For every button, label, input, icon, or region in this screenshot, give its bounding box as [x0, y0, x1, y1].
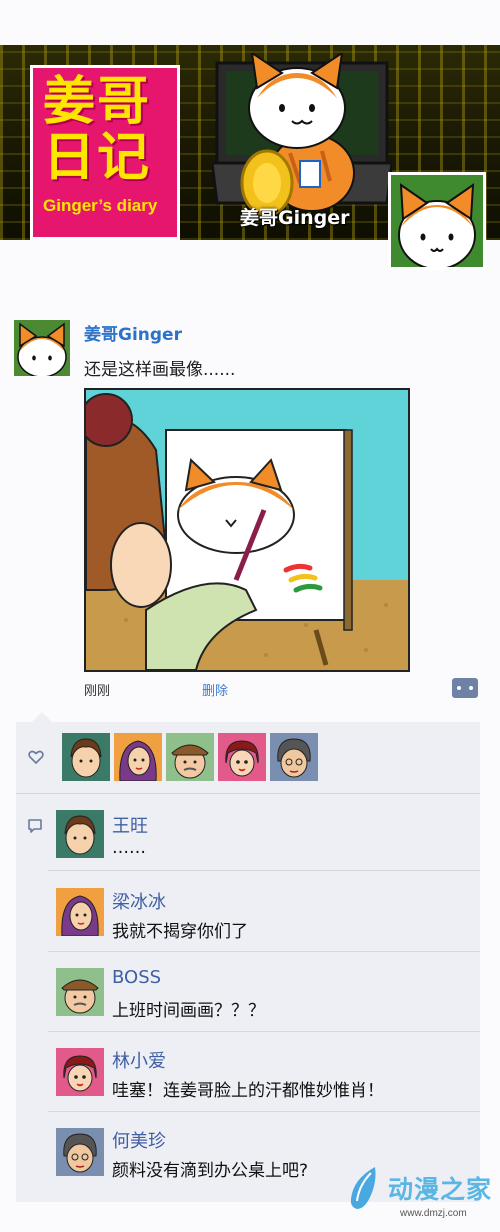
avatar-hemeizhen: [56, 1128, 104, 1176]
watermark-url: www.dmzj.com: [400, 1208, 467, 1219]
comment-divider: [48, 1111, 480, 1112]
title-line-1: 姜哥: [43, 72, 152, 132]
commenter-name[interactable]: 梁冰冰: [112, 888, 166, 914]
post-timestamp: 刚刚: [84, 684, 111, 699]
commenter-avatar[interactable]: [56, 888, 104, 936]
post-author-avatar[interactable]: [14, 320, 70, 376]
commenter-name[interactable]: 王旺: [112, 812, 148, 838]
likes-divider: [16, 793, 480, 794]
post-image[interactable]: [84, 388, 410, 672]
dmzj-logo-icon: [350, 1167, 376, 1209]
comment-divider: [48, 870, 480, 871]
avatar-wangwang: [62, 733, 110, 781]
like-avatar[interactable]: [166, 733, 214, 781]
comment-text: 哇塞！连姜哥脸上的汗都惟妙惟肖！: [112, 1081, 384, 1101]
post-text: 还是这样画最像......: [84, 360, 236, 380]
avatar-liangbingbing: [114, 733, 162, 781]
like-avatar[interactable]: [270, 733, 318, 781]
comment-text: 我就不揭穿你们了: [112, 922, 248, 942]
banner-username: 姜哥Ginger: [240, 207, 350, 229]
avatar-boss: [166, 733, 214, 781]
avatar-wangwang: [56, 810, 104, 858]
heart-icon: [28, 750, 44, 765]
avatar-linxiaoai: [56, 1048, 104, 1096]
comment-divider: [48, 1031, 480, 1032]
comment-divider: [48, 951, 480, 952]
comment-text: ……: [112, 838, 146, 858]
commenter-name[interactable]: BOSS: [112, 967, 161, 988]
commenter-avatar[interactable]: [56, 968, 104, 1016]
commenter-avatar[interactable]: [56, 1048, 104, 1096]
avatar-liangbingbing: [56, 888, 104, 936]
diary-title-logo: 姜哥 日记 Ginger’s diary: [30, 65, 180, 240]
comment-text: 上班时间画画？？？: [112, 1001, 265, 1021]
cat-painting-illustration: [86, 390, 408, 670]
commenter-avatar[interactable]: [56, 1128, 104, 1176]
delete-post-button[interactable]: 删除: [202, 680, 228, 699]
commenter-name[interactable]: 林小爱: [112, 1047, 166, 1073]
cat-laptop-illustration: [212, 53, 392, 217]
avatar-hemeizhen: [270, 733, 318, 781]
post-author-name[interactable]: 姜哥Ginger: [84, 320, 182, 345]
like-avatar[interactable]: [218, 733, 266, 781]
title-line-2: 日记: [43, 128, 152, 188]
comment-icon: [28, 819, 42, 833]
comment-text: 颜料没有滴到办公桌上吧?: [112, 1161, 309, 1181]
avatar-linxiaoai: [218, 733, 266, 781]
like-avatar[interactable]: [62, 733, 110, 781]
panel-pointer: [32, 712, 52, 722]
title-subtitle: Ginger’s diary: [43, 196, 158, 215]
profile-avatar[interactable]: [388, 172, 486, 270]
commenter-name[interactable]: 何美珍: [112, 1127, 166, 1153]
watermark-text: 动漫之家: [388, 1175, 493, 1204]
commenter-avatar[interactable]: [56, 810, 104, 858]
comment-menu-button[interactable]: [452, 678, 478, 698]
avatar-boss: [56, 968, 104, 1016]
cat-avatar-icon: [391, 175, 483, 267]
cat-avatar-icon: [14, 320, 70, 376]
like-avatar[interactable]: [114, 733, 162, 781]
